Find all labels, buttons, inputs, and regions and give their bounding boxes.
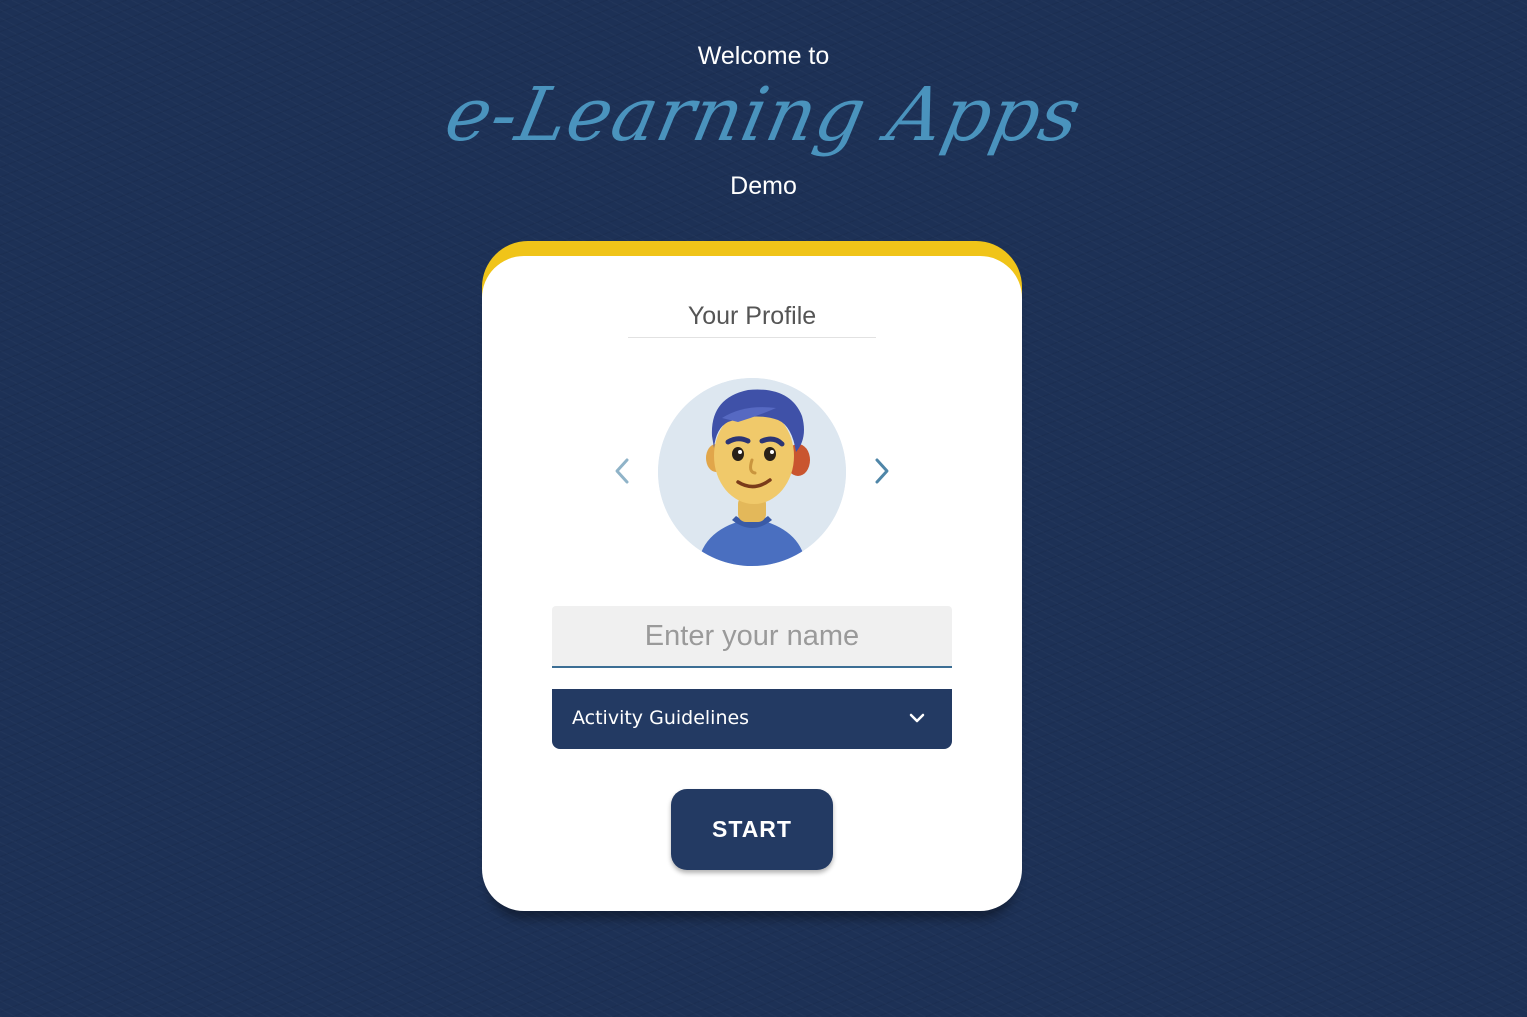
profile-card: Your Profile Enter your name Activity Gu… bbox=[482, 256, 1022, 911]
activity-guidelines-label: Activity Guidelines bbox=[572, 707, 750, 729]
app-subtitle: Demo bbox=[730, 172, 797, 200]
title-divider bbox=[628, 337, 876, 338]
next-avatar-button[interactable] bbox=[866, 456, 896, 486]
avatar bbox=[658, 378, 846, 566]
profile-title: Your Profile bbox=[687, 302, 817, 330]
start-button[interactable]: START bbox=[671, 789, 833, 870]
activity-guidelines-dropdown[interactable]: Activity Guidelines bbox=[552, 689, 952, 749]
welcome-text: Welcome to bbox=[697, 42, 830, 70]
prev-avatar-button[interactable] bbox=[608, 456, 638, 486]
chevron-left-icon bbox=[615, 458, 629, 484]
chevron-right-icon bbox=[875, 458, 889, 484]
chevron-down-icon bbox=[909, 713, 925, 723]
name-input[interactable] bbox=[552, 606, 952, 668]
app-title-logo: e-Learning Apps bbox=[438, 72, 1089, 158]
avatar-boy-icon bbox=[658, 378, 846, 566]
